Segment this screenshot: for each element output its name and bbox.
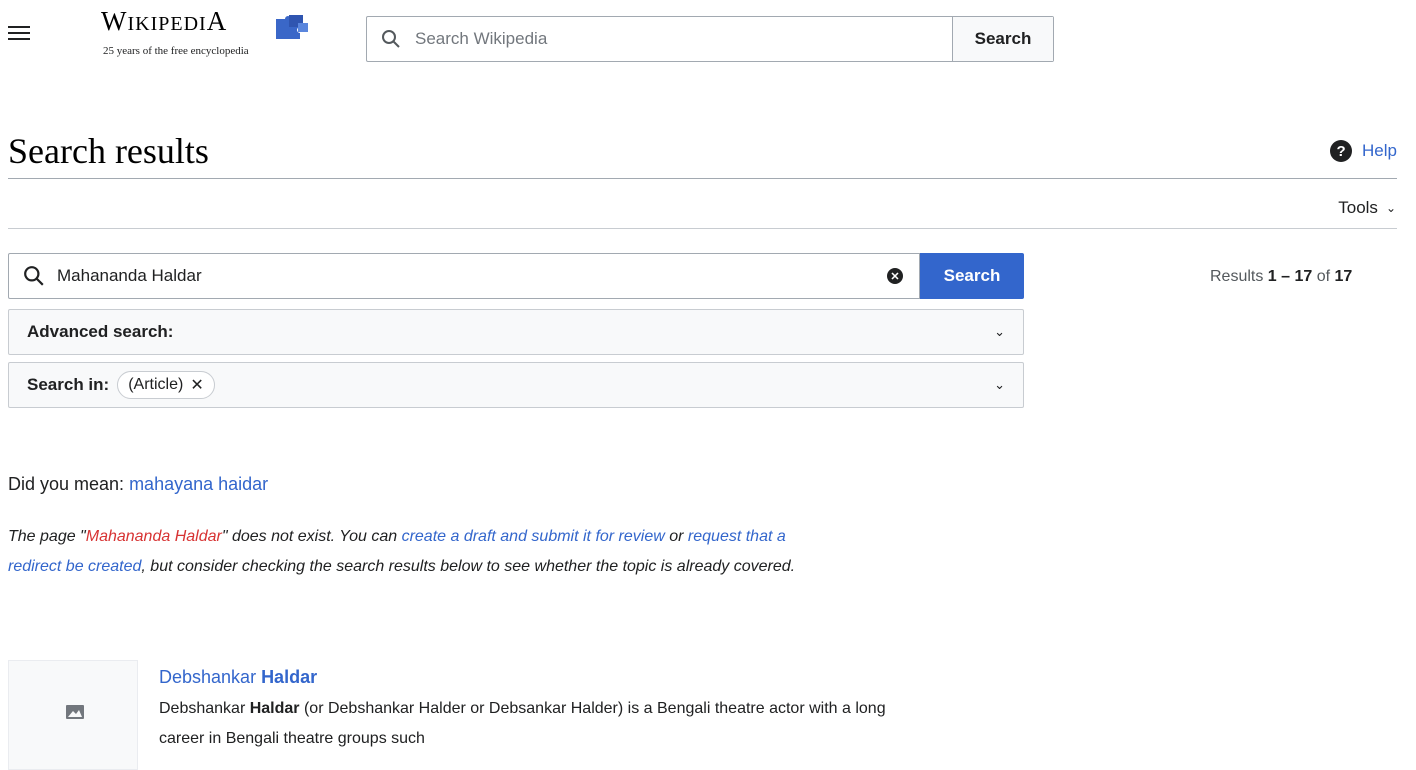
title-divider xyxy=(8,178,1397,179)
hamburger-icon xyxy=(8,26,30,28)
advanced-search-panel[interactable]: Advanced search: ⌄ xyxy=(8,309,1024,355)
page-not-exist-notice: The page "Mahananda Haldar" does not exi… xyxy=(8,528,796,575)
main-menu-button[interactable] xyxy=(8,22,30,44)
namespace-chip: (Article) ✕ xyxy=(117,371,215,399)
tools-dropdown[interactable]: Tools ⌄ xyxy=(1338,198,1396,218)
header-search-bar: Search xyxy=(366,16,1054,62)
result-snippet: Debshankar Haldar (or Debshankar Halder … xyxy=(159,700,886,747)
close-icon[interactable]: ✕ xyxy=(190,375,203,395)
chevron-down-icon: ⌄ xyxy=(994,377,1005,392)
main-search-button[interactable]: Search xyxy=(920,253,1024,299)
header-search-button[interactable]: Search xyxy=(952,17,1053,61)
header-search-input[interactable] xyxy=(413,28,917,50)
help-label: Help xyxy=(1362,141,1397,160)
chip-label: (Article) xyxy=(128,376,184,393)
tools-label: Tools xyxy=(1338,198,1378,217)
chevron-down-icon: ⌄ xyxy=(994,324,1005,339)
did-you-mean: Did you mean: mahayana haidar xyxy=(8,474,269,494)
main-search-field[interactable]: ✕ xyxy=(8,253,920,299)
help-link[interactable]: ? Help xyxy=(1330,140,1397,162)
results-count: Results 1 – 17 of 17 xyxy=(1210,268,1353,285)
page-title: Search results xyxy=(8,131,209,171)
header-search-field[interactable] xyxy=(367,17,952,61)
clear-circle-icon[interactable]: ✕ xyxy=(887,268,903,284)
result-title-link[interactable]: Debshankar Haldar xyxy=(159,667,317,688)
tools-divider xyxy=(8,228,1397,229)
create-draft-link[interactable]: create a draft and submit it for review xyxy=(402,528,665,545)
suggestion-link[interactable]: mahayana haidar xyxy=(129,474,268,494)
chevron-down-icon: ⌄ xyxy=(1385,201,1396,215)
wikipedia-logo[interactable]: WIKIPEDIA 25 years of the free encyclope… xyxy=(101,6,308,57)
magnifier-icon xyxy=(382,30,400,48)
magnifier-icon xyxy=(24,266,44,286)
question-circle-icon: ? xyxy=(1330,140,1353,162)
result-thumbnail[interactable] xyxy=(8,660,138,770)
image-placeholder-icon xyxy=(66,705,84,719)
puzzle-logo-icon xyxy=(276,15,308,39)
search-in-panel[interactable]: Search in: (Article) ✕ ⌄ xyxy=(8,362,1024,408)
logo-wordmark: WIKIPEDIA xyxy=(101,6,228,36)
main-search-input[interactable] xyxy=(55,265,859,287)
missing-page-link[interactable]: Mahananda Haldar xyxy=(86,528,222,545)
logo-tagline: 25 years of the free encyclopedia xyxy=(103,45,249,57)
advanced-search-label: Advanced search: xyxy=(27,322,174,341)
search-in-label: Search in: xyxy=(27,375,110,394)
